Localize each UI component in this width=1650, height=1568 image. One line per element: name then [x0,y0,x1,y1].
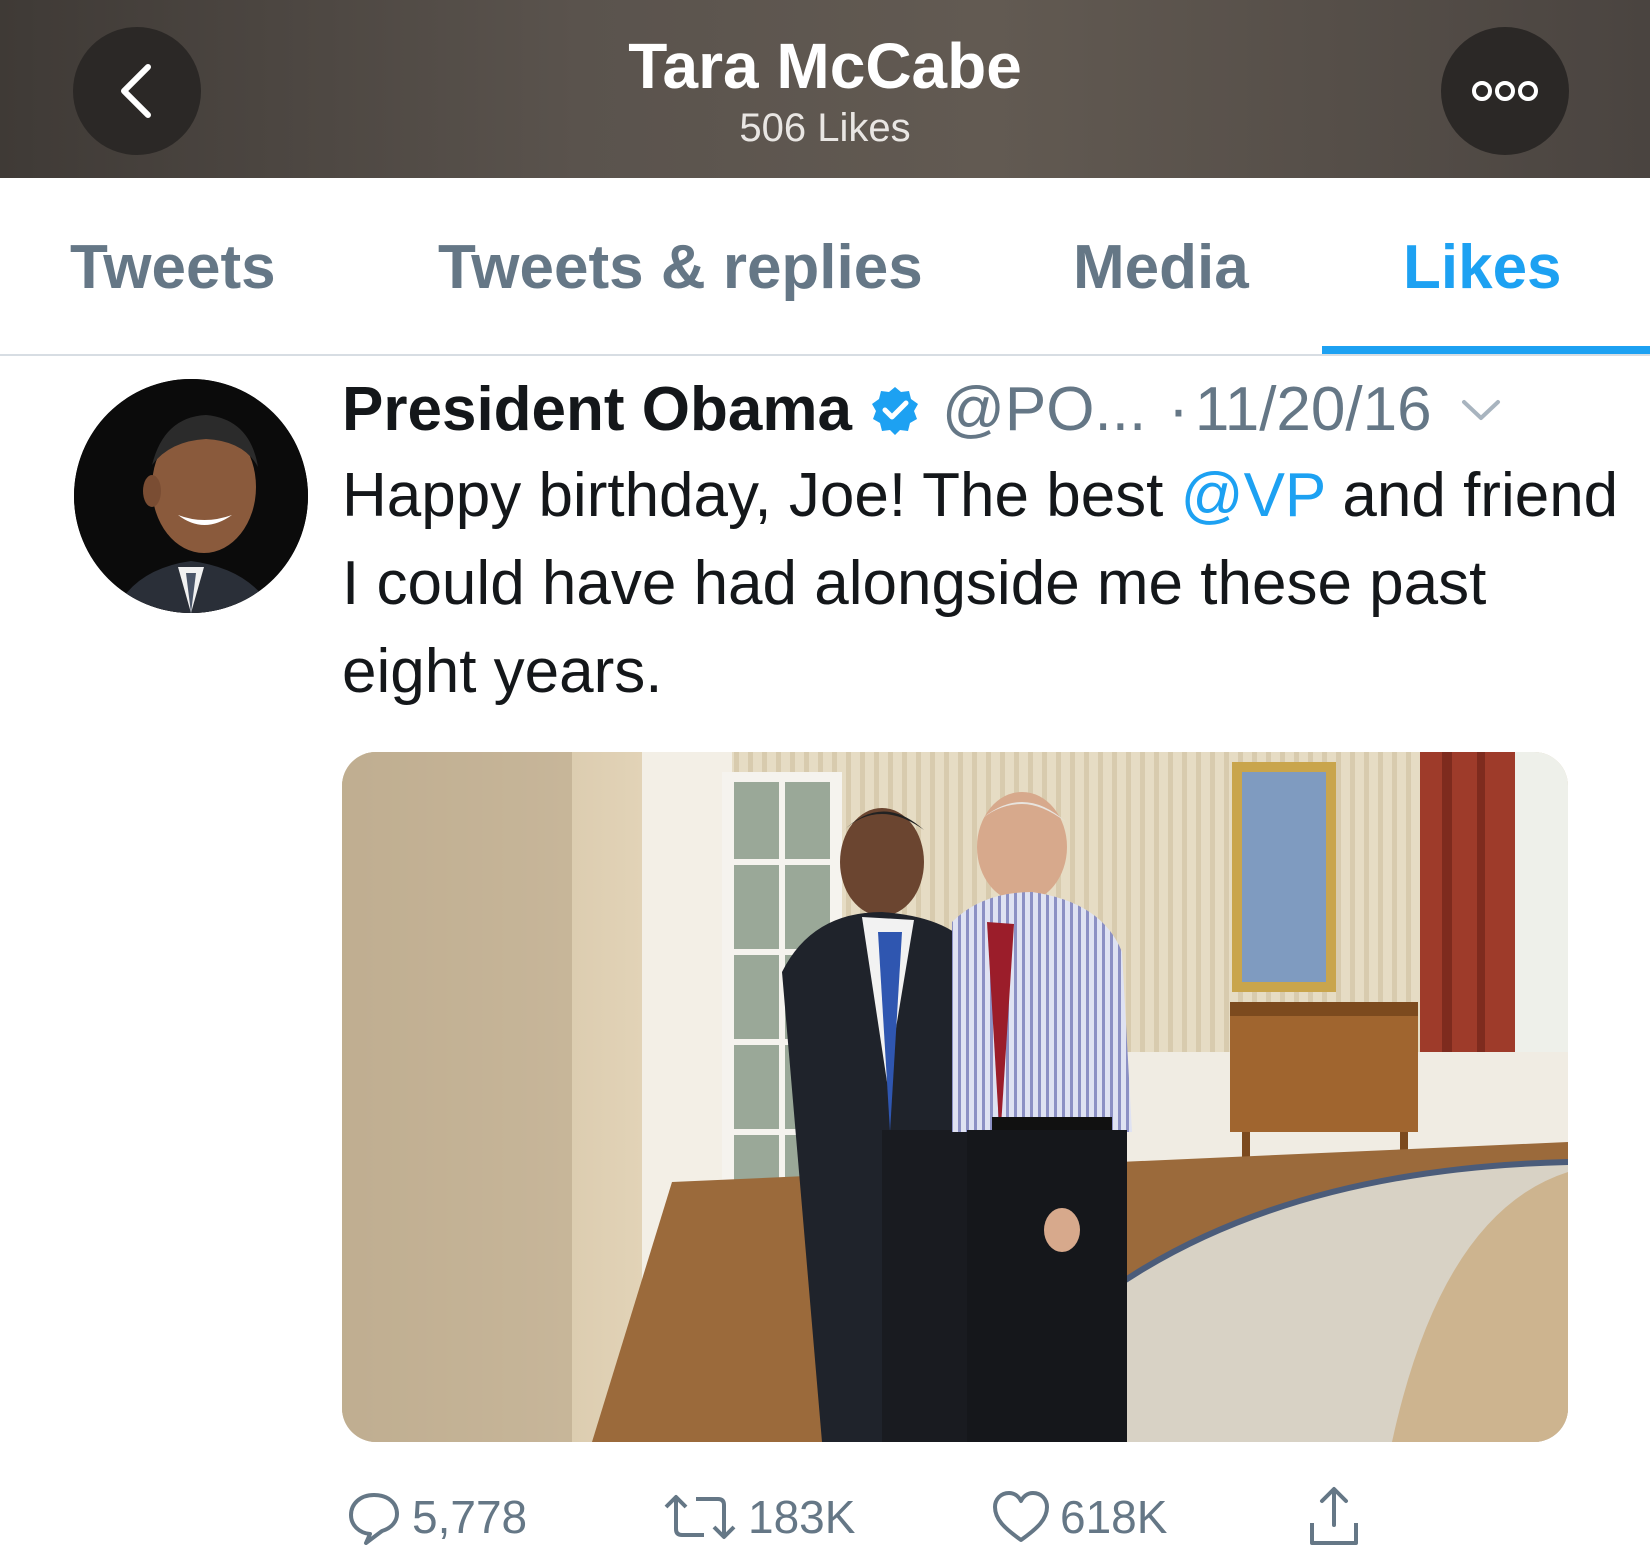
avatar-photo [74,379,308,613]
avatar[interactable] [74,379,308,613]
tweet-text: Happy birthday, Joe! The best @VP and fr… [342,452,1622,716]
tweet-text-part: Happy birthday, Joe! The best [342,461,1181,530]
author-handle[interactable]: @PO... [942,372,1146,448]
like-count: 618K [1060,1491,1168,1543]
separator-dot: · [1168,375,1189,444]
reply-icon [349,1493,399,1545]
photo-illustration [342,752,1568,1442]
heart-icon [993,1491,1049,1542]
tweet-photo[interactable] [342,752,1568,1442]
verified-badge-icon [870,385,920,435]
tweet-date[interactable]: 11/20/16 [1195,372,1432,448]
chevron-down-icon[interactable] [1460,396,1502,424]
share-icon [1310,1487,1358,1545]
tab-tweets[interactable]: Tweets [70,230,276,306]
tab-media[interactable]: Media [1073,230,1249,306]
reply-count: 5,778 [412,1491,528,1543]
profile-name: Tara McCabe [628,30,1022,102]
profile-header: Tara McCabe 506 Likes [0,0,1650,178]
tab-tweets-replies[interactable]: Tweets & replies [438,230,923,306]
mention-link[interactable]: @VP [1181,461,1326,530]
retweet-icon [664,1495,736,1539]
likes-count: 506 Likes [739,106,911,150]
reply-button[interactable]: 5,778 [344,1480,527,1554]
more-button[interactable] [1441,27,1569,155]
more-icon [1472,81,1538,101]
like-button[interactable]: 618K [990,1480,1167,1554]
tab-likes[interactable]: Likes [1403,230,1562,306]
tweet-header: President Obama @PO... · 11/20/16 [342,372,1502,448]
profile-tabs: Tweets Tweets & replies Media Likes [0,178,1650,356]
retweet-button[interactable]: 183K [660,1480,855,1554]
active-tab-indicator [1322,346,1650,354]
retweet-count: 183K [748,1491,856,1543]
share-button[interactable] [1306,1480,1370,1554]
author-name[interactable]: President Obama [342,372,852,448]
